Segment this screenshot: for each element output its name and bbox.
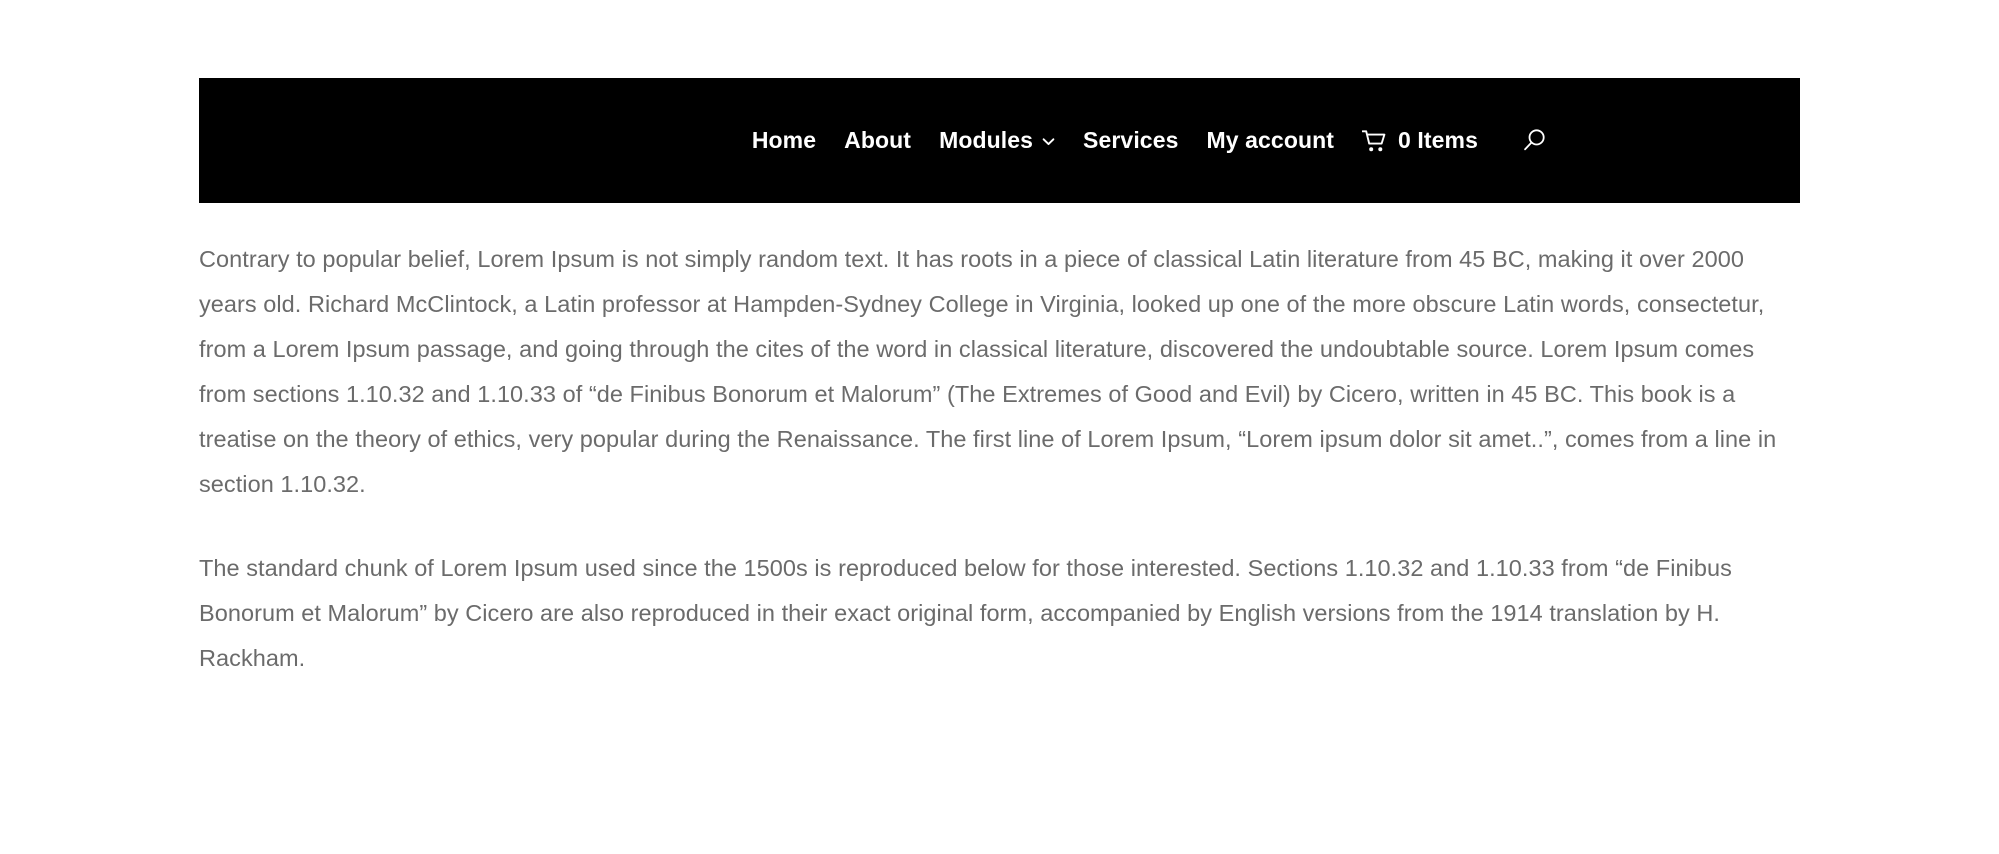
nav-item-modules-label: Modules bbox=[939, 127, 1034, 153]
nav-item-my-account[interactable]: My account bbox=[1193, 129, 1349, 152]
chevron-down-icon bbox=[1042, 135, 1055, 148]
nav-item-services-label: Services bbox=[1083, 127, 1179, 153]
main-navigation-bar: Home About Modules Services My account 0… bbox=[199, 78, 1800, 203]
main-content: Contrary to popular belief, Lorem Ipsum … bbox=[199, 237, 1800, 681]
nav-item-home[interactable]: Home bbox=[738, 129, 830, 152]
nav-item-my-account-label: My account bbox=[1206, 127, 1335, 153]
nav-item-modules[interactable]: Modules bbox=[925, 129, 1069, 152]
shopping-cart-icon bbox=[1362, 130, 1387, 153]
page-root: Home About Modules Services My account 0… bbox=[0, 0, 1999, 854]
cart-item-count: 0 Items bbox=[1398, 127, 1478, 153]
nav-item-about[interactable]: About bbox=[830, 129, 925, 152]
body-paragraph-1: Contrary to popular belief, Lorem Ipsum … bbox=[199, 246, 1777, 497]
search-button[interactable] bbox=[1514, 121, 1554, 161]
nav-item-home-label: Home bbox=[751, 127, 817, 153]
body-paragraph-2: The standard chunk of Lorem Ipsum used s… bbox=[199, 555, 1732, 671]
nav-item-about-label: About bbox=[844, 127, 912, 153]
cart-link[interactable]: 0 Items bbox=[1348, 127, 1492, 154]
search-icon bbox=[1522, 128, 1547, 153]
nav-item-services[interactable]: Services bbox=[1069, 129, 1192, 152]
nav-menu: Home About Modules Services My account 0… bbox=[738, 121, 1554, 161]
